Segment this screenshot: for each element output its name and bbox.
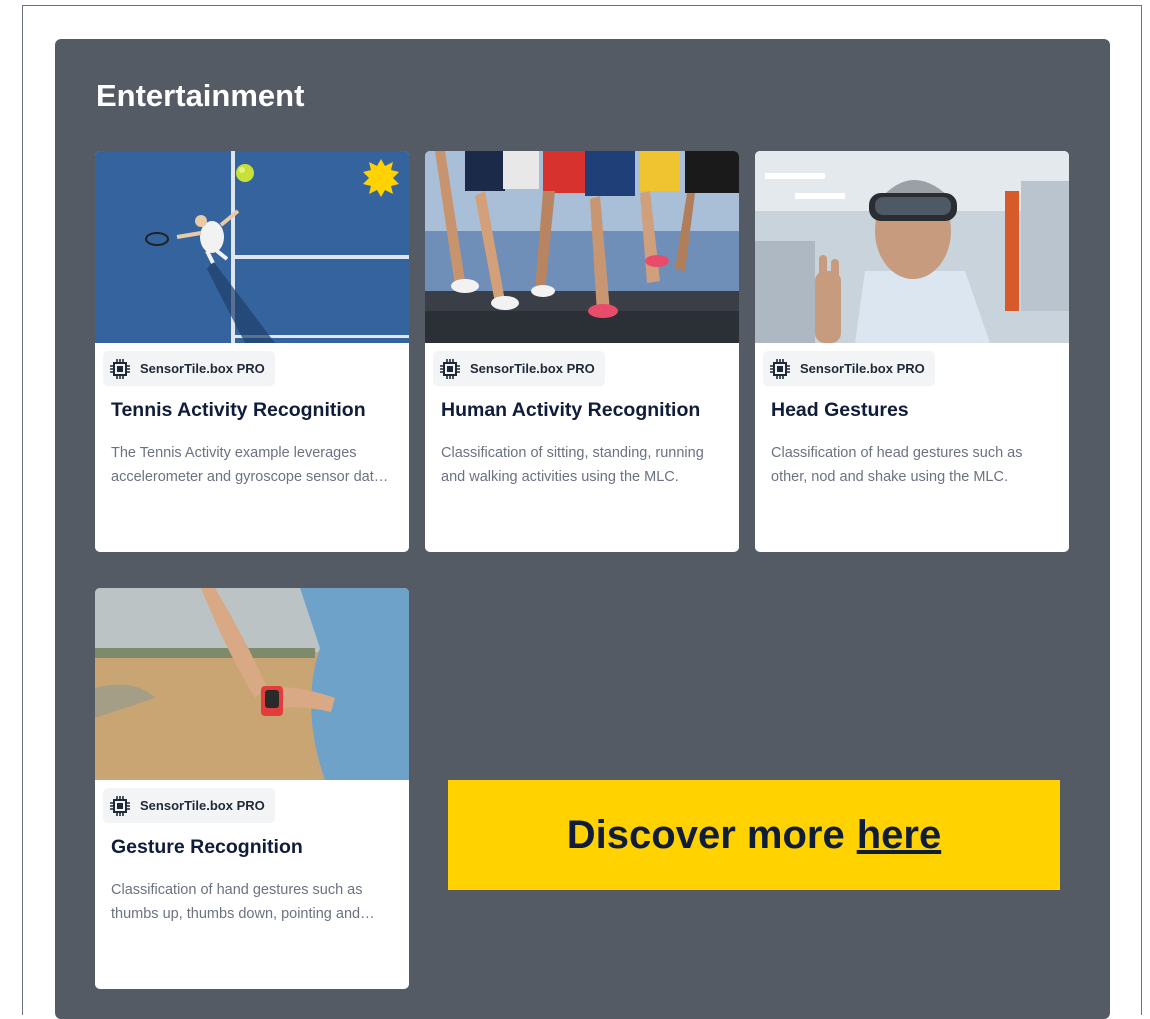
runners-image (425, 151, 739, 343)
card-description: Classification of sitting, standing, run… (441, 445, 704, 485)
device-chip-label: SensorTile.box PRO (800, 361, 925, 376)
card-title[interactable]: Gesture Recognition (111, 836, 303, 859)
device-chip-label: SensorTile.box PRO (140, 361, 265, 376)
device-chip-label: SensorTile.box PRO (470, 361, 595, 376)
card-human-activity[interactable]: SensorTile.box PRO Human Activity Recogn… (425, 151, 739, 552)
beach-wristband-image (95, 588, 409, 780)
chip-icon (770, 358, 790, 379)
discover-more-text: Discover more (566, 812, 845, 857)
tennis-court-image (95, 151, 409, 343)
device-chip-label: SensorTile.box PRO (140, 798, 265, 813)
card-title[interactable]: Human Activity Recognition (441, 399, 700, 422)
device-chip: SensorTile.box PRO (103, 351, 275, 386)
discover-more-banner: Discover more here (448, 780, 1060, 890)
card-description: Classification of hand gestures such as … (111, 882, 363, 922)
card-description: The Tennis Activity example leverages ac… (111, 445, 382, 485)
section-title: Entertainment (96, 78, 305, 113)
card-description: Classification of head gestures such as … (771, 445, 1023, 485)
device-chip: SensorTile.box PRO (433, 351, 605, 386)
card-title[interactable]: Head Gestures (771, 399, 909, 422)
card-tennis-activity[interactable]: SensorTile.box PRO Tennis Activity Recog… (95, 151, 409, 552)
ar-headset-image (755, 151, 1069, 343)
device-chip: SensorTile.box PRO (103, 788, 275, 823)
card-gesture-recognition[interactable]: SensorTile.box PRO Gesture Recognition C… (95, 588, 409, 989)
card-title[interactable]: Tennis Activity Recognition (111, 399, 366, 422)
chip-icon (110, 358, 130, 379)
chip-icon (440, 358, 460, 379)
card-head-gestures[interactable]: SensorTile.box PRO Head Gestures Classif… (755, 151, 1069, 552)
device-chip: SensorTile.box PRO (763, 351, 935, 386)
discover-more-link[interactable]: here (857, 813, 942, 858)
chip-icon (110, 795, 130, 816)
